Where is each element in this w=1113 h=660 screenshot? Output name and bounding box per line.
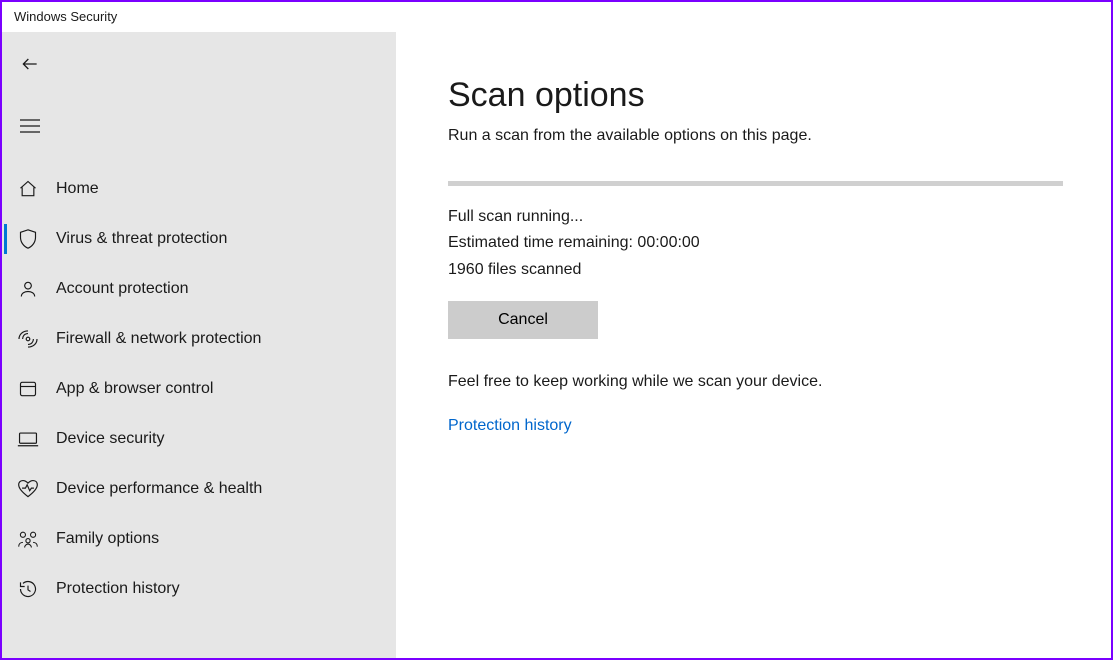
sidebar-item-label: Family options (56, 530, 159, 548)
sidebar-item-label: Firewall & network protection (56, 330, 261, 348)
scan-status-running: Full scan running... (448, 204, 1063, 230)
sidebar-item-label: Device security (56, 430, 164, 448)
sidebar-item-app-browser[interactable]: App & browser control (2, 364, 396, 414)
page-subtitle: Run a scan from the available options on… (448, 127, 1063, 145)
shield-icon (16, 227, 40, 251)
sidebar-item-virus-threat[interactable]: Virus & threat protection (2, 214, 396, 264)
hamburger-icon (20, 119, 40, 133)
main-content: Scan options Run a scan from the availab… (396, 32, 1111, 658)
eta-value: 00:00:00 (637, 234, 699, 251)
firewall-icon (16, 327, 40, 351)
scan-progress-bar (448, 181, 1063, 186)
back-button[interactable] (8, 44, 52, 84)
device-security-icon (16, 427, 40, 451)
page-title: Scan options (448, 76, 1063, 115)
sidebar-item-family[interactable]: Family options (2, 514, 396, 564)
scan-status-eta: Estimated time remaining: 00:00:00 (448, 230, 1063, 256)
sidebar-item-firewall[interactable]: Firewall & network protection (2, 314, 396, 364)
scan-note: Feel free to keep working while we scan … (448, 373, 1063, 391)
home-icon (16, 177, 40, 201)
title-bar: Windows Security (2, 2, 1111, 32)
sidebar-item-label: Protection history (56, 580, 180, 598)
eta-label: Estimated time remaining: (448, 234, 633, 251)
sidebar: Home Virus & threat protection Account p… (2, 32, 396, 658)
sidebar-item-device-security[interactable]: Device security (2, 414, 396, 464)
sidebar-item-performance[interactable]: Device performance & health (2, 464, 396, 514)
sidebar-item-label: Home (56, 180, 99, 198)
sidebar-item-label: App & browser control (56, 380, 213, 398)
app-browser-icon (16, 377, 40, 401)
sidebar-item-label: Device performance & health (56, 480, 262, 498)
cancel-button[interactable]: Cancel (448, 301, 598, 339)
sidebar-item-account[interactable]: Account protection (2, 264, 396, 314)
sidebar-item-label: Account protection (56, 280, 189, 298)
scan-status-files: 1960 files scanned (448, 257, 1063, 283)
account-icon (16, 277, 40, 301)
heart-icon (16, 477, 40, 501)
hamburger-button[interactable] (8, 106, 52, 146)
history-icon (16, 577, 40, 601)
sidebar-item-history[interactable]: Protection history (2, 564, 396, 614)
sidebar-item-label: Virus & threat protection (56, 230, 227, 248)
window-title: Windows Security (14, 9, 117, 24)
nav-list: Home Virus & threat protection Account p… (2, 164, 396, 614)
back-arrow-icon (20, 54, 40, 74)
protection-history-link[interactable]: Protection history (448, 417, 572, 435)
sidebar-item-home[interactable]: Home (2, 164, 396, 214)
family-icon (16, 527, 40, 551)
